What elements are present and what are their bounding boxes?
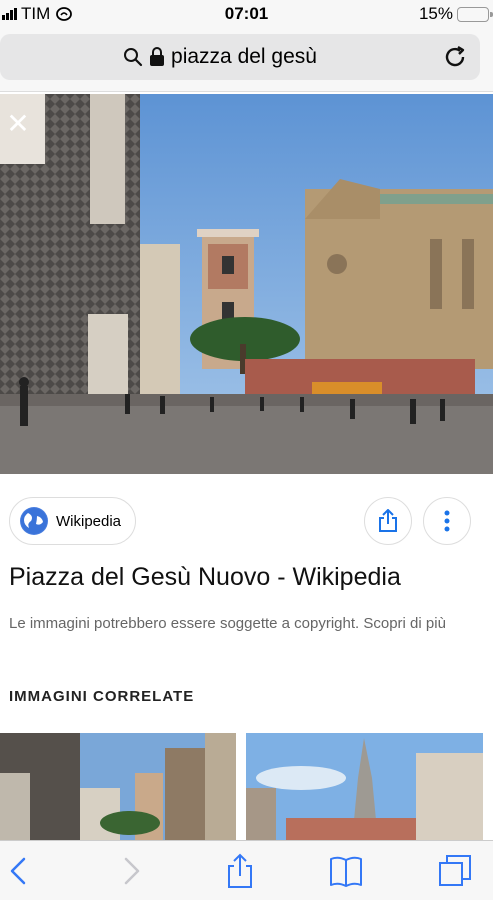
battery-icon — [457, 6, 493, 22]
tabs-icon[interactable] — [437, 853, 473, 889]
related-image-1[interactable] — [0, 733, 236, 841]
piazza-photo — [0, 94, 493, 474]
share-sheet-icon[interactable] — [222, 853, 258, 889]
source-label: Wikipedia — [56, 512, 122, 530]
copyright-notice: Le immagini potrebbero essere soggette a… — [9, 615, 446, 632]
battery-percent: 15% — [418, 4, 453, 23]
battery-info: 15% — [418, 4, 493, 24]
source-chip[interactable]: Wikipedia — [9, 497, 137, 545]
related-image-2[interactable] — [246, 733, 483, 841]
bookmarks-icon[interactable] — [328, 853, 364, 889]
search-icon — [124, 48, 143, 67]
more-vert-icon — [444, 510, 450, 532]
hero-image[interactable]: ✕ — [0, 94, 493, 474]
globe-icon — [20, 507, 48, 535]
browser-toolbar — [0, 840, 493, 900]
result-title[interactable]: Piazza del Gesù Nuovo - Wikipedia — [9, 563, 401, 592]
screen: TIM 07:01 15% piazza del gesù ✕ Wikipedi… — [0, 0, 493, 900]
share-button[interactable] — [364, 497, 412, 545]
address-bar-area: piazza del gesù — [0, 30, 493, 92]
status-bar: TIM 07:01 15% — [0, 0, 493, 30]
reload-icon[interactable] — [442, 44, 468, 70]
back-icon[interactable] — [2, 853, 38, 889]
close-icon[interactable]: ✕ — [4, 110, 32, 138]
forward-icon[interactable] — [112, 853, 148, 889]
lock-icon — [150, 47, 165, 66]
more-options-button[interactable] — [423, 497, 471, 545]
address-bar[interactable]: piazza del gesù — [0, 34, 480, 80]
share-icon — [379, 509, 397, 532]
related-images-heading: IMMAGINI CORRELATE — [9, 688, 195, 705]
url-text: piazza del gesù — [171, 45, 317, 68]
